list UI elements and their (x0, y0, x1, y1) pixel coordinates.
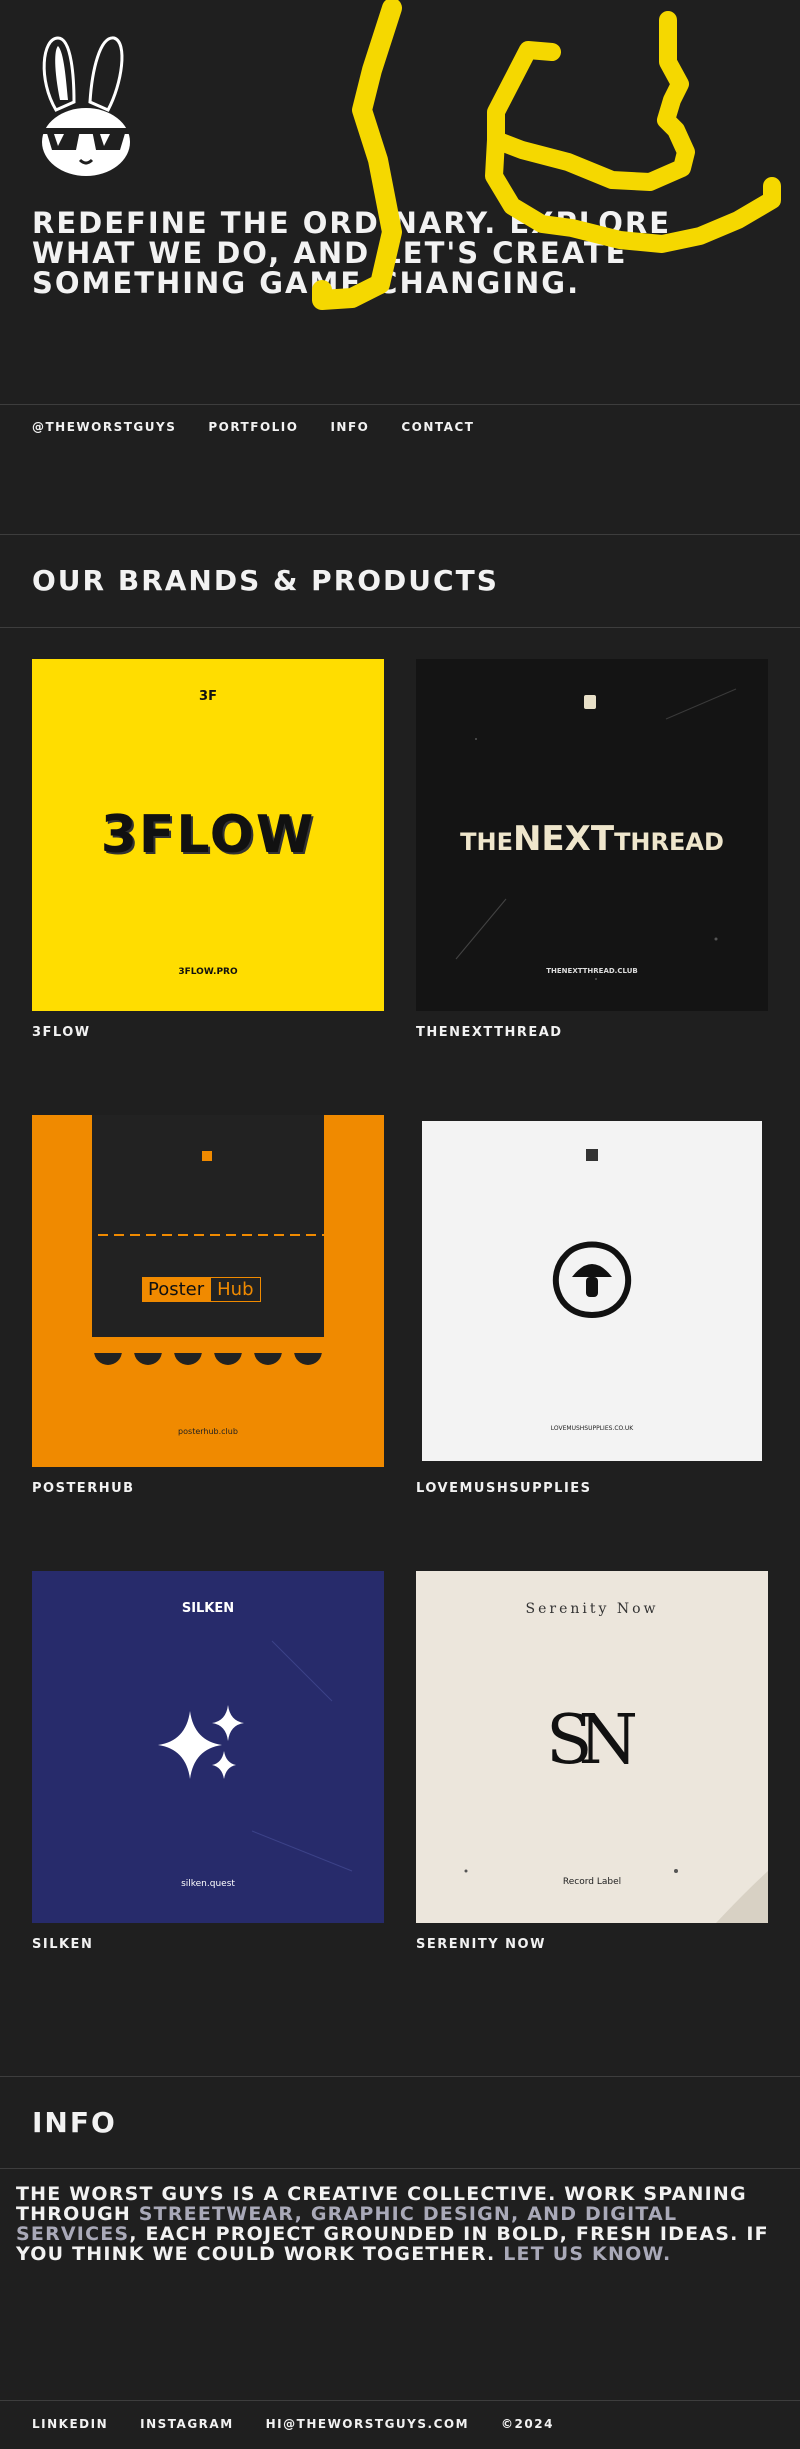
posterhub-url: posterhub.club (178, 1427, 238, 1436)
mushroom-icon (552, 1241, 632, 1319)
footer-copyright: ©2024 (501, 2417, 554, 2431)
brand-image-posterhub[interactable]: Poster Hub posterhub.club (32, 1115, 384, 1467)
divider (0, 2168, 800, 2169)
sparkle-icon (158, 1640, 353, 1872)
brand-caption-serenity-now: SERENITY NOW (416, 1937, 546, 1952)
wordmark-next: NEXT (512, 819, 615, 859)
brand-card-silken[interactable]: SILKEN silken.quest SILKEN (32, 1571, 384, 1952)
lovemush-url: LOVEMUSHSUPPLIES.CO.UK (550, 1425, 634, 1432)
nav-info-link[interactable]: Info (330, 420, 369, 434)
bunny-logo-icon[interactable] (30, 30, 142, 178)
divider (0, 2400, 800, 2401)
nav-handle-link[interactable]: @theworstguys (32, 420, 176, 434)
brand-image-serenity-now[interactable]: Serenity Now SN Record Label (416, 1571, 768, 1923)
brand-image-silken[interactable]: SILKEN silken.quest (32, 1571, 384, 1923)
3flow-url: 3FLOW.PRO (178, 967, 238, 977)
footer-linkedin-link[interactable]: LinkedIn (32, 2417, 108, 2431)
hero-headline: Redefine the ordinary. Explore what we d… (32, 206, 672, 300)
paper-speckle-texture (464, 1869, 768, 1923)
thenextthread-url: THENEXTTHREAD.CLUB (546, 967, 638, 975)
3flow-wordmark: 3FLOW (100, 805, 316, 865)
brand-caption-posterhub: POSTERHUB (32, 1481, 135, 1496)
silken-url: silken.quest (181, 1879, 235, 1889)
brand-card-serenity-now[interactable]: Serenity Now SN Record Label SERENITY NO… (416, 1571, 768, 1952)
main-nav: @theworstguys Portfolio Info Contact (32, 420, 474, 434)
nav-portfolio-link[interactable]: Portfolio (208, 420, 298, 434)
brand-caption-3flow: 3FLOW (32, 1025, 91, 1040)
wordmark-the: THE (460, 828, 513, 856)
divider (0, 534, 800, 535)
posterhub-hub-label: Hub (210, 1277, 261, 1302)
brand-image-lovemushsupplies[interactable]: LOVEMUSHSUPPLIES.CO.UK (416, 1115, 768, 1467)
brand-image-thenextthread[interactable]: THENEXTTHREAD THENEXTTHREAD.CLUB (416, 659, 768, 1011)
divider (0, 2076, 800, 2077)
brand-card-lovemushsupplies[interactable]: LOVEMUSHSUPPLIES.CO.UK LOVEMUSHSUPPLIES (416, 1115, 768, 1496)
brand-card-thenextthread[interactable]: THENEXTTHREAD THENEXTTHREAD.CLUB THENEXT… (416, 659, 768, 1040)
3flow-small-logo: 3F (199, 689, 217, 704)
brand-caption-thenextthread: THENEXTTHREAD (416, 1025, 563, 1040)
info-section-title: Info (32, 2106, 117, 2139)
thenextthread-wordmark: THENEXTTHREAD (416, 819, 768, 859)
brand-card-posterhub[interactable]: Poster Hub posterhub.club POSTERHUB (32, 1115, 384, 1496)
footer-email-link[interactable]: hi@theworstguys.com (266, 2417, 469, 2431)
brand-caption-lovemushsupplies: LOVEMUSHSUPPLIES (416, 1481, 592, 1496)
brand-card-3flow[interactable]: 3F 3FLOW 3FLOW.PRO 3FLOW (32, 659, 384, 1040)
posterhub-wordmark: Poster Hub (142, 1277, 261, 1302)
footer-instagram-link[interactable]: Instagram (140, 2417, 234, 2431)
let-us-know-link[interactable]: Let us know. (503, 2243, 671, 2265)
divider (0, 627, 800, 628)
info-paragraph: The worst guys is a creative collective.… (16, 2184, 776, 2264)
footer: LinkedIn Instagram hi@theworstguys.com ©… (32, 2417, 554, 2431)
posterhub-poster-label: Poster (142, 1277, 211, 1302)
divider (0, 404, 800, 405)
thread-tag-icon (584, 695, 596, 709)
brands-section-title: Our Brands & Products (32, 564, 499, 597)
wordmark-thread: THREAD (614, 828, 724, 856)
brand-caption-silken: SILKEN (32, 1937, 94, 1952)
nav-contact-link[interactable]: Contact (401, 420, 474, 434)
brand-image-3flow[interactable]: 3F 3FLOW 3FLOW.PRO (32, 659, 384, 1011)
